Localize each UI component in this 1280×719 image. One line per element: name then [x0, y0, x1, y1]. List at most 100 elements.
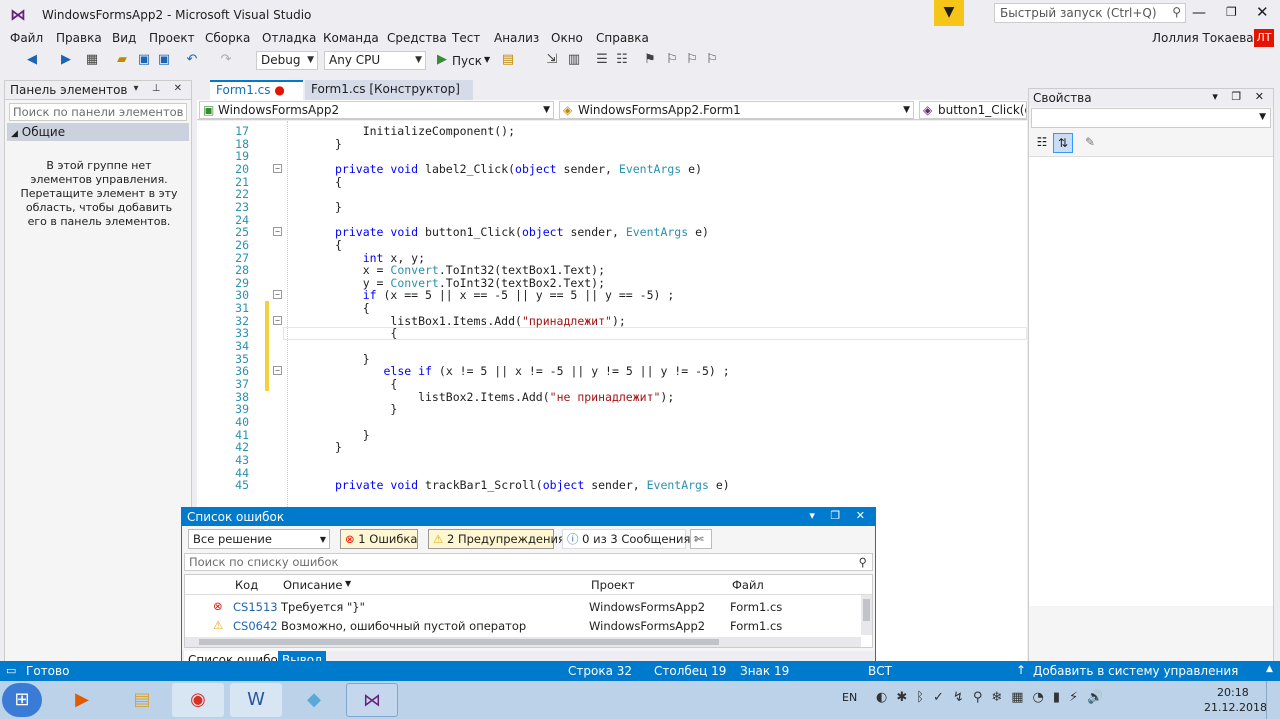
panel-window-controls-icon[interactable]: ▾ ❐ ✕	[809, 509, 871, 522]
code-line[interactable]: 40	[197, 416, 1027, 428]
chrome-icon[interactable]: ◉	[172, 683, 224, 717]
uncomment-icon[interactable]: ☷	[614, 52, 630, 68]
menu-debug[interactable]: Отладка	[262, 31, 316, 45]
code-line[interactable]: 29 y = Convert.ToInt32(textBox2.Text);	[197, 277, 1027, 289]
code-line[interactable]: 28 x = Convert.ToInt32(textBox1.Text);	[197, 264, 1027, 276]
user-avatar[interactable]: ЛТ	[1254, 29, 1274, 47]
platform-dropdown[interactable]: Any CPU ▼	[324, 51, 426, 70]
code-line[interactable]: 42}	[197, 441, 1027, 453]
table-row[interactable]: ⚠ CS0642 Возможно, ошибочный пустой опер…	[185, 616, 861, 635]
errors-filter-button[interactable]: ⊗ 1 Ошибка	[340, 529, 418, 549]
chevron-up-icon[interactable]: ▲	[1266, 664, 1273, 674]
bookmark-prev-icon[interactable]: ⚐	[664, 52, 680, 68]
code-line[interactable]: 24	[197, 214, 1027, 226]
visual-studio-icon[interactable]: ⋈	[346, 683, 398, 717]
code-line[interactable]: 41 }	[197, 429, 1027, 441]
code-line[interactable]: 45 private void trackBar1_Scroll(object s…	[197, 479, 1027, 491]
code-line[interactable]: 26 {	[197, 239, 1027, 251]
horizontal-scrollbar[interactable]	[185, 637, 861, 647]
error-code-link[interactable]: CS0642	[233, 619, 278, 633]
maximize-button[interactable]: ❐	[1226, 5, 1237, 19]
toolbox-search-input[interactable]: Поиск по панели элементов	[9, 103, 187, 121]
forward-icon[interactable]: ▶	[58, 52, 74, 68]
col-file[interactable]: Файл	[732, 578, 764, 592]
chevron-down-icon[interactable]: ▼	[484, 55, 490, 64]
tab-form1-cs[interactable]: Form1.cs ● ⊣ ✕	[210, 80, 303, 111]
show-desktop-button[interactable]	[1266, 681, 1280, 719]
messages-filter-button[interactable]: ⓘ 0 из 3 Сообщения	[562, 529, 690, 549]
format-icon[interactable]: ▥	[566, 52, 582, 68]
project-nav-dropdown[interactable]: ▣ WindowsFormsApp2 ▼	[199, 101, 554, 119]
menu-tools[interactable]: Средства	[387, 31, 447, 45]
media-player-icon[interactable]: ▶	[56, 683, 108, 717]
col-project[interactable]: Проект	[591, 578, 635, 592]
alphabetical-icon[interactable]: ⇅	[1053, 133, 1073, 153]
table-row[interactable]: ⊗ CS1513 Требуется "}" WindowsFormsApp2 …	[185, 597, 861, 616]
code-line[interactable]: 19	[197, 150, 1027, 162]
scope-dropdown[interactable]: Все решение ▼	[188, 529, 330, 549]
collapse-icon[interactable]: −	[273, 227, 282, 237]
menu-window[interactable]: Окно	[551, 31, 583, 45]
menu-project[interactable]: Проект	[149, 31, 195, 45]
start-button-label[interactable]: Пуск	[452, 54, 482, 68]
collapse-icon[interactable]: −	[273, 290, 282, 300]
code-line[interactable]: 21 {	[197, 176, 1027, 188]
collapse-icon[interactable]: −	[273, 163, 282, 173]
col-description[interactable]: Описание	[283, 578, 342, 592]
undo-icon[interactable]: ↶	[184, 52, 200, 68]
code-line[interactable]: 34	[197, 340, 1027, 352]
collapse-icon[interactable]: −	[273, 315, 282, 325]
new-project-icon[interactable]: ▦	[84, 52, 100, 68]
code-line[interactable]: 44	[197, 467, 1027, 479]
close-button[interactable]: ✕	[1256, 3, 1269, 21]
virtualbox-icon[interactable]: ◆	[288, 683, 340, 717]
panel-pin-icon[interactable]: ▾ ⊥ ✕	[134, 83, 187, 94]
code-line[interactable]: 33 {	[197, 327, 1027, 339]
object-selector-dropdown[interactable]: ▼	[1031, 108, 1271, 128]
menu-test[interactable]: Тест	[452, 31, 480, 45]
clock-time[interactable]: 20:18	[1217, 686, 1249, 699]
code-line[interactable]: 27 int x, y;	[197, 252, 1027, 264]
back-icon[interactable]: ◀	[24, 52, 40, 68]
code-line[interactable]: 25 − private void button1_Click(object sen…	[197, 226, 1027, 238]
col-code[interactable]: Код	[235, 578, 258, 592]
code-line[interactable]: 32 − listBox1.Items.Add("принадлежит");	[197, 315, 1027, 327]
menu-analyze[interactable]: Анализ	[494, 31, 539, 45]
config-dropdown[interactable]: Debug ▼	[256, 51, 318, 70]
start-button[interactable]: ⊞	[2, 683, 42, 717]
vertical-scrollbar[interactable]	[861, 595, 872, 635]
quick-launch-input[interactable]: Быстрый запуск (Ctrl+Q) ⚲	[994, 3, 1186, 23]
error-search-input[interactable]: Поиск по списку ошибок ⚲	[184, 553, 873, 571]
code-line[interactable]: 20 − private void label2_Click(object send…	[197, 163, 1027, 175]
build-intellisense-filter-icon[interactable]: ✄	[690, 529, 712, 549]
toolbox-group-general[interactable]: ◢ Общие	[7, 123, 189, 141]
bookmark-clear-icon[interactable]: ⚐	[704, 52, 720, 68]
member-nav-dropdown[interactable]: ◈ button1_Click(obj	[919, 101, 1027, 119]
notifications-flag-icon[interactable]: ▼	[934, 0, 964, 26]
bookmark-next-icon[interactable]: ⚐	[684, 52, 700, 68]
code-line[interactable]: 38 listBox2.Items.Add("не принадлежит");	[197, 391, 1027, 403]
menu-build[interactable]: Сборка	[205, 31, 250, 45]
code-line[interactable]: 37 {	[197, 378, 1027, 390]
save-icon[interactable]: ▣	[136, 52, 152, 68]
menu-file[interactable]: Файл	[10, 31, 43, 45]
comment-icon[interactable]: ☰	[594, 52, 610, 68]
tab-form1-designer[interactable]: Form1.cs [Конструктор]	[305, 80, 473, 100]
warnings-filter-button[interactable]: ⚠ 2 Предупреждения	[428, 529, 565, 549]
panel-pin-icon[interactable]: ▾ ❐ ✕	[1212, 90, 1269, 103]
code-line[interactable]: 35 }	[197, 353, 1027, 365]
open-file-icon[interactable]: ▰	[114, 52, 130, 68]
code-line[interactable]: 22	[197, 188, 1027, 200]
code-line[interactable]: 23}	[197, 201, 1027, 213]
class-nav-dropdown[interactable]: ◈ WindowsFormsApp2.Form1 ▼	[559, 101, 914, 119]
code-line[interactable]: 30 − if (x == 5 || x == -5 || y == 5 || y…	[197, 289, 1027, 301]
minimize-button[interactable]: —	[1192, 5, 1206, 21]
code-line[interactable]: 43	[197, 454, 1027, 466]
word-icon[interactable]: W	[230, 683, 282, 717]
language-indicator[interactable]: EN	[842, 691, 857, 704]
categorized-icon[interactable]: ☷	[1033, 133, 1051, 151]
code-line[interactable]: 31 {	[197, 302, 1027, 314]
save-all-icon[interactable]: ▣	[156, 52, 172, 68]
collapse-icon[interactable]: −	[273, 366, 282, 376]
tray-icons[interactable]: ◐✱ᛒ✓↯⚲❄▦◔▮⚡🔊	[876, 690, 1112, 705]
